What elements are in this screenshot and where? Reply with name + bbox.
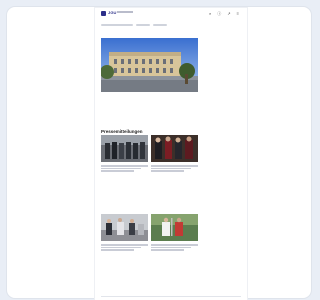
section-title: Pressemitteilungen [101, 129, 143, 134]
filter-pill[interactable] [136, 24, 150, 26]
filter-pills [101, 24, 167, 26]
page-document: JGU ⌕ ⓘ ↗ ≡ Pressemitteilungen [95, 8, 247, 300]
news-card-text-line [151, 246, 191, 248]
news-card-image[interactable] [101, 214, 148, 241]
news-card-image[interactable] [151, 135, 198, 162]
search-icon[interactable]: ⌕ [209, 11, 211, 16]
logo-text[interactable]: JGU [108, 10, 117, 15]
news-card-text-line [101, 170, 134, 172]
news-card[interactable] [151, 214, 198, 251]
news-card-text-line [101, 165, 148, 167]
news-card-text-line [151, 165, 198, 167]
filter-pill[interactable] [101, 24, 133, 26]
news-card-text-line [151, 249, 184, 251]
news-card[interactable] [101, 135, 148, 172]
news-card-text-line [101, 244, 148, 246]
news-card[interactable] [101, 214, 148, 251]
news-card-text-line [151, 244, 198, 246]
news-card-text-line [151, 167, 191, 169]
site-header: JGU ⌕ ⓘ ↗ ≡ [95, 8, 247, 21]
logo-mark[interactable] [101, 11, 106, 16]
news-card-text-line [101, 246, 141, 248]
news-card-image[interactable] [151, 214, 198, 241]
browser-frame: JGU ⌕ ⓘ ↗ ≡ Pressemitteilungen [6, 6, 312, 300]
info-icon[interactable]: ⓘ [217, 11, 221, 16]
hero-image[interactable] [101, 38, 198, 92]
news-card[interactable] [151, 135, 198, 172]
logo-subtitle-bar [117, 11, 133, 13]
news-card-text-line [101, 249, 134, 251]
footer-divider [101, 296, 241, 297]
news-card-image[interactable] [101, 135, 148, 162]
news-card-text-line [151, 170, 184, 172]
filter-pill[interactable] [153, 24, 167, 26]
share-icon[interactable]: ↗ [227, 11, 230, 16]
header-icons: ⌕ ⓘ ↗ ≡ [209, 11, 239, 16]
menu-icon[interactable]: ≡ [237, 11, 239, 16]
news-card-text-line [101, 167, 141, 169]
